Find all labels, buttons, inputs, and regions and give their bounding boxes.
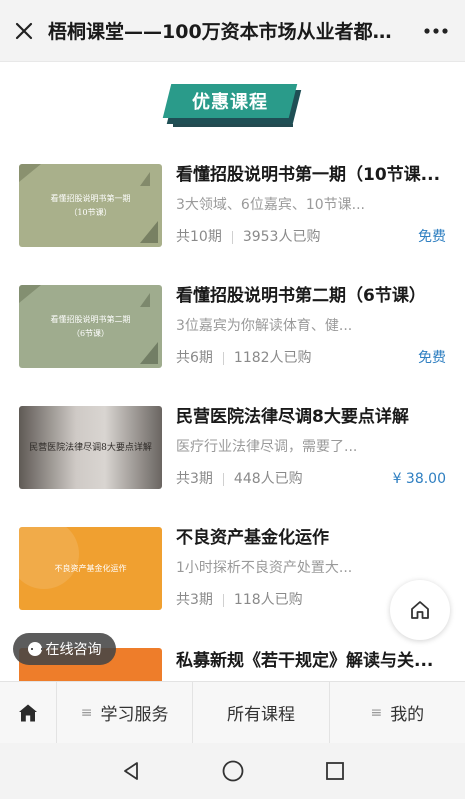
title-bar: 梧桐课堂——100万资本市场从业者都在... xyxy=(0,0,465,62)
buyer-count: 448人已购 xyxy=(233,471,303,487)
thumbnail-text-line: （10节课） xyxy=(69,207,112,217)
thumbnail-text-line: （6节课） xyxy=(71,328,110,338)
page-title: 梧桐课堂——100万资本市场从业者都在... xyxy=(48,21,407,43)
course-thumbnail[interactable]: 看懂招股说明书第一期 （10节课） xyxy=(19,164,162,247)
episode-count: 共10期 xyxy=(176,229,222,245)
thumbnail-text-line: 看懂招股说明书第二期 xyxy=(50,314,131,324)
nav-home[interactable] xyxy=(0,682,56,743)
course-description: 1小时探析不良资产处置大... xyxy=(176,560,353,576)
course-title[interactable]: 民营医院法律尽调8大要点详解 xyxy=(176,406,448,428)
nav-label: 所有课程 xyxy=(226,705,295,725)
course-price: 免费 xyxy=(418,350,446,366)
banner-face: 优惠课程 xyxy=(162,84,297,118)
more-icon xyxy=(424,27,448,34)
thumbnail-text-line: 不良资产基金化运作 xyxy=(54,563,127,573)
thumb-decoration xyxy=(140,342,158,364)
recents-icon[interactable] xyxy=(324,760,346,782)
home-circle-icon[interactable] xyxy=(221,759,245,783)
divider xyxy=(222,593,224,607)
course-title[interactable]: 不良资产基金化运作 xyxy=(176,527,448,549)
course-thumbnail[interactable]: 不良资产基金化运作 xyxy=(19,527,162,610)
buyer-count: 1182人已购 xyxy=(233,350,312,366)
course-thumbnail[interactable]: 看懂招股说明书第二期 （6节课） xyxy=(19,285,162,368)
thumb-decoration xyxy=(19,527,79,589)
course-item[interactable]: 看懂招股说明书第一期 （10节课） 看懂招股说明书第一期（10节课... 3大领… xyxy=(0,164,465,284)
thumb-decoration xyxy=(140,221,158,243)
thumbnail-text-line: 看懂招股说明书第一期 xyxy=(50,193,131,203)
section-banner: 优惠课程 xyxy=(162,84,301,130)
thumbnail-text: 不良资产基金化运作 xyxy=(55,562,127,576)
divider xyxy=(222,351,224,365)
section-header: 优惠课程 xyxy=(0,62,465,142)
thumb-decoration xyxy=(19,285,41,303)
thumb-decoration xyxy=(140,172,150,186)
course-item[interactable]: 看懂招股说明书第二期 （6节课） 看懂招股说明书第二期（6节课） 3位嘉宾为你解… xyxy=(0,285,465,405)
bottom-nav: ≡ 学习服务 所有课程 ≡ 我的 xyxy=(0,681,465,743)
thumbnail-text: 看懂招股说明书第二期 （6节课） xyxy=(51,313,131,341)
course-title[interactable]: 看懂招股说明书第二期（6节课） xyxy=(176,285,448,307)
course-thumbnail[interactable]: 民营医院法律尽调8大要点详解 xyxy=(19,406,162,489)
chat-icon xyxy=(27,642,43,656)
nav-mine[interactable]: ≡ 我的 xyxy=(328,682,465,743)
course-description: 3位嘉宾为你解读体育、健... xyxy=(176,318,353,334)
back-icon[interactable] xyxy=(120,760,142,782)
buyer-count: 3953人已购 xyxy=(242,229,321,245)
course-description: 3大领域、6位嘉宾、10节课... xyxy=(176,197,365,213)
episode-count: 共3期 xyxy=(176,592,213,608)
thumbnail-text: 民营医院法律尽调8大要点详解 xyxy=(29,441,152,455)
more-button[interactable] xyxy=(407,0,465,62)
divider xyxy=(222,472,224,486)
course-meta: 共3期 448人已购 xyxy=(176,470,303,488)
close-icon xyxy=(15,22,33,39)
banner-underline xyxy=(172,124,293,127)
course-title[interactable]: 私募新规《若干规定》解读与关... xyxy=(176,650,448,672)
nav-label: 我的 xyxy=(390,705,425,725)
system-nav-bar xyxy=(0,743,465,799)
menu-icon: ≡ xyxy=(80,704,93,721)
course-meta: 共3期 118人已购 xyxy=(176,591,303,609)
thumbnail-text: 看懂招股说明书第一期 （10节课） xyxy=(51,192,131,220)
section-title: 优惠课程 xyxy=(191,92,268,113)
course-price: ¥ 38.00 xyxy=(392,471,446,487)
home-icon xyxy=(19,704,37,721)
divider xyxy=(231,230,233,244)
course-description: 医疗行业法律尽调，需要了... xyxy=(176,439,358,455)
episode-count: 共6期 xyxy=(176,350,213,366)
online-consult-button[interactable]: 在线咨询 xyxy=(13,633,116,665)
close-button[interactable] xyxy=(0,0,48,62)
course-item[interactable]: 民营医院法律尽调8大要点详解 民营医院法律尽调8大要点详解 医疗行业法律尽调，需… xyxy=(0,406,465,526)
course-item[interactable]: 不良资产基金化运作 不良资产基金化运作 1小时探析不良资产处置大... 共3期 … xyxy=(0,527,465,647)
menu-icon: ≡ xyxy=(370,704,383,721)
course-meta: 共10期 3953人已购 xyxy=(176,228,320,246)
thumb-decoration xyxy=(140,293,150,307)
floating-home-button[interactable] xyxy=(390,580,450,640)
nav-all-courses[interactable]: 所有课程 xyxy=(192,682,328,743)
home-icon xyxy=(411,601,429,619)
episode-count: 共3期 xyxy=(176,471,213,487)
thumbnail-text-line: 民营医院法律尽调8大要点详解 xyxy=(29,442,152,453)
thumb-decoration xyxy=(19,164,41,182)
course-price: 免费 xyxy=(418,229,446,245)
consult-label: 在线咨询 xyxy=(45,642,102,658)
nav-label: 学习服务 xyxy=(100,705,169,725)
course-title[interactable]: 看懂招股说明书第一期（10节课... xyxy=(176,164,448,186)
buyer-count: 118人已购 xyxy=(233,592,303,608)
nav-study-services[interactable]: ≡ 学习服务 xyxy=(56,682,192,743)
course-meta: 共6期 1182人已购 xyxy=(176,349,312,367)
